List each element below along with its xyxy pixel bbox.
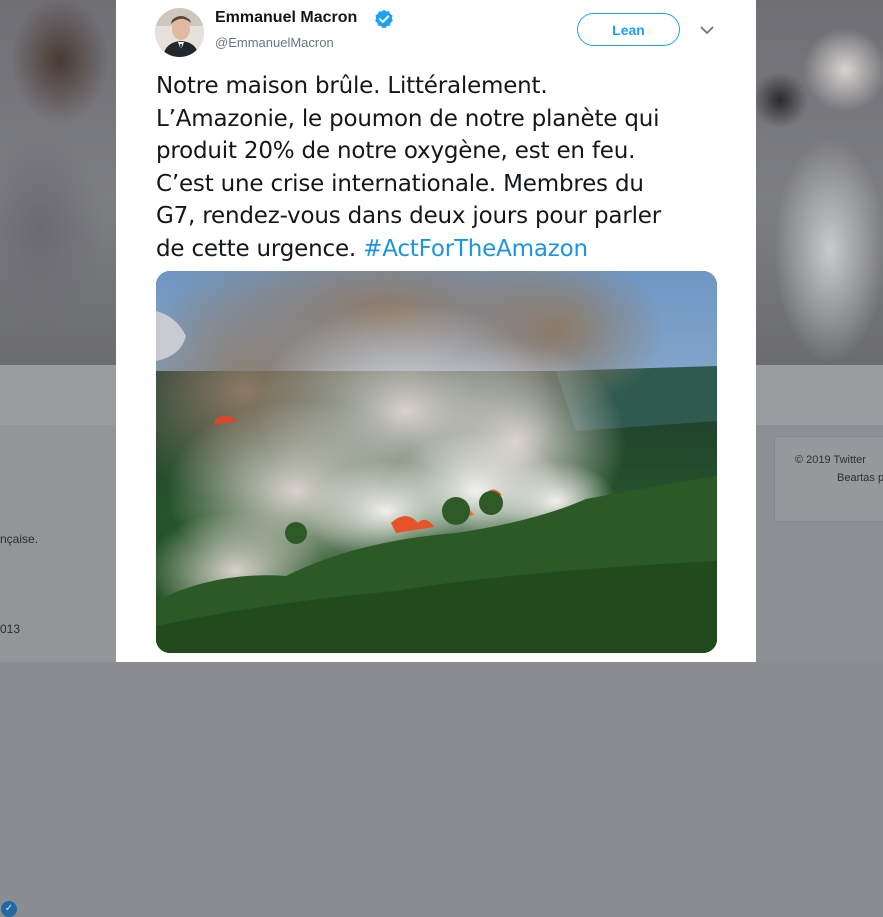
tweet-text: Notre maison brûle. Littéralement. L’Ama… xyxy=(156,70,726,265)
verified-badge-icon xyxy=(375,9,393,29)
footer-copyright: © 2019 Twitter xyxy=(795,454,866,466)
profile-joined-fragment: 013 xyxy=(0,622,21,636)
amazon-fire-image xyxy=(156,271,717,653)
tweet-text-fragment: de cette urgence. xyxy=(156,235,357,262)
hashtag-link[interactable]: #ActForTheAmazon xyxy=(363,236,588,262)
tweet-text-line: G7, rendez-vous dans deux jours pour par… xyxy=(156,203,661,229)
tweet-permalink-card: Emmanuel Macron @EmmanuelMacron Lean Not… xyxy=(116,0,756,662)
tweet-text-line: C’est une crise internationale. Membres … xyxy=(156,170,644,197)
tweet-text-line: Notre maison brûle. Littéralement. xyxy=(156,73,548,99)
tweet-media-photo[interactable] xyxy=(156,271,717,653)
verified-icon-background: ✓ xyxy=(1,901,17,917)
chevron-down-icon[interactable] xyxy=(699,22,715,38)
follow-button[interactable]: Lean xyxy=(577,13,680,46)
avatar-photo xyxy=(155,8,204,57)
tweet-text-last-line: de cette urgence. #ActForTheAmazon xyxy=(156,233,726,266)
avatar[interactable] xyxy=(155,8,204,57)
footer-link-fragment: Beartas p xyxy=(837,472,883,484)
author-handle[interactable]: @EmmanuelMacron xyxy=(215,35,334,50)
tweet-text-line: L’Amazonie, le poumon de notre planète q… xyxy=(156,105,660,132)
profile-bio-fragment: nçaise. xyxy=(0,532,39,546)
author-name[interactable]: Emmanuel Macron xyxy=(215,9,357,27)
footer-card: © 2019 Twitter Beartas p xyxy=(774,436,883,522)
tweet-text-line: produit 20% de notre oxygène, est en feu… xyxy=(156,138,636,164)
profile-sidebar-card: ✓ nçaise. 013 xyxy=(0,425,116,917)
